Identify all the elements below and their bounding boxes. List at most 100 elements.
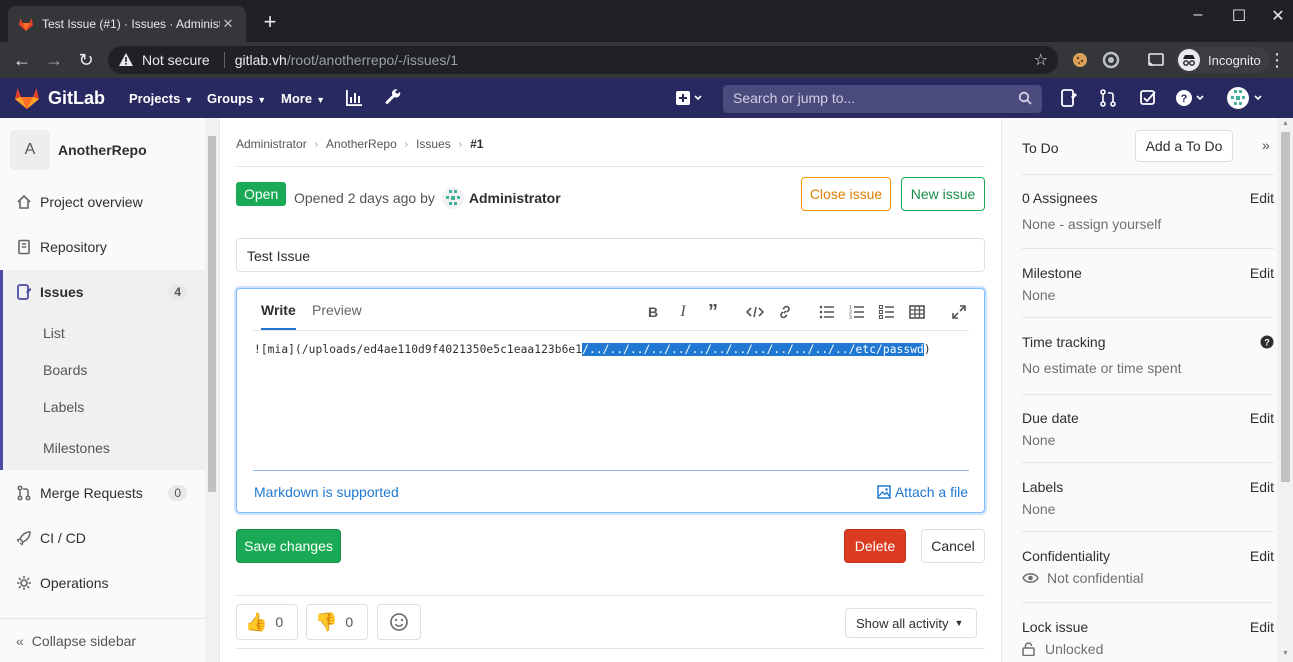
merge-requests-shortcut-icon[interactable] bbox=[1099, 89, 1117, 107]
labels-edit-link[interactable]: Edit bbox=[1250, 479, 1274, 495]
minimize-window-icon[interactable]: – bbox=[1188, 6, 1208, 24]
sidebar-item-operations[interactable]: Operations bbox=[0, 561, 205, 605]
breadcrumb-current[interactable]: #1 bbox=[470, 137, 483, 151]
issues-shortcut-icon[interactable] bbox=[1060, 89, 1078, 107]
confidentiality-edit-link[interactable]: Edit bbox=[1250, 548, 1274, 564]
breadcrumb-item[interactable]: AnotherRepo bbox=[326, 137, 397, 151]
browser-tab[interactable]: Test Issue (#1) · Issues · Administr ✕ bbox=[8, 6, 246, 42]
thumbs-up-button[interactable]: 👍 0 bbox=[236, 604, 298, 640]
bookmark-star-icon[interactable]: ☆ bbox=[1034, 50, 1048, 70]
table-icon[interactable] bbox=[907, 303, 927, 321]
sidebar-item-repository[interactable]: Repository bbox=[0, 225, 205, 269]
help-icon[interactable]: ? bbox=[1175, 89, 1207, 107]
incognito-label: Incognito bbox=[1208, 52, 1261, 68]
question-circle-icon[interactable]: ? bbox=[1260, 335, 1274, 349]
merge-request-icon bbox=[16, 485, 32, 501]
assign-yourself-link[interactable]: assign yourself bbox=[1068, 216, 1161, 232]
scroll-up-icon[interactable]: ▲ bbox=[1281, 120, 1290, 127]
incognito-profile-button[interactable]: Incognito bbox=[1176, 47, 1269, 73]
quote-icon[interactable]: ” bbox=[703, 301, 723, 323]
cast-icon[interactable] bbox=[1146, 50, 1166, 70]
activity-chart-icon[interactable] bbox=[345, 89, 363, 107]
code-icon[interactable] bbox=[745, 303, 765, 321]
sidebar-scrollbar-thumb[interactable] bbox=[208, 136, 216, 492]
delete-button[interactable]: Delete bbox=[844, 529, 906, 563]
tab-preview[interactable]: Preview bbox=[312, 302, 362, 318]
issue-title-input[interactable]: Test Issue bbox=[236, 238, 985, 272]
sidebar-subitem-milestones[interactable]: Milestones bbox=[0, 425, 205, 470]
back-arrow-icon[interactable]: ← bbox=[10, 48, 34, 72]
close-issue-button[interactable]: Close issue bbox=[801, 177, 891, 211]
sidebar-subitem-list[interactable]: List bbox=[0, 314, 205, 351]
description-textarea[interactable]: ![mia](/uploads/ed4ae110d9f4021350e5c1ea… bbox=[254, 343, 931, 356]
author-avatar-icon[interactable] bbox=[441, 186, 465, 210]
save-changes-button[interactable]: Save changes bbox=[236, 529, 341, 563]
projects-menu-label: Projects bbox=[129, 91, 181, 106]
thumbs-up-icon: 👍 bbox=[245, 611, 268, 632]
new-issue-button[interactable]: New issue bbox=[901, 177, 985, 211]
cancel-button[interactable]: Cancel bbox=[921, 529, 985, 563]
add-todo-button[interactable]: Add a To Do bbox=[1135, 130, 1233, 162]
issue-sidebar-scrollbar[interactable]: ▲ ▼ bbox=[1277, 118, 1293, 662]
markdown-help-link[interactable]: Markdown is supported bbox=[254, 484, 399, 500]
user-avatar-icon[interactable] bbox=[1226, 86, 1268, 110]
groups-menu[interactable]: Groups ▼ bbox=[207, 91, 266, 106]
search-input[interactable]: Search or jump to... bbox=[723, 85, 1042, 113]
sidebar-item-ci-cd[interactable]: CI / CD bbox=[0, 516, 205, 560]
lock-issue-edit-link[interactable]: Edit bbox=[1250, 619, 1274, 635]
forward-arrow-icon[interactable]: → bbox=[42, 48, 66, 72]
browser-menu-icon[interactable]: ⋮ bbox=[1268, 50, 1286, 70]
admin-wrench-icon[interactable] bbox=[384, 89, 402, 107]
issue-sidebar-scrollbar-thumb[interactable] bbox=[1281, 132, 1290, 482]
assignees-edit-link[interactable]: Edit bbox=[1250, 190, 1274, 206]
project-header[interactable]: A AnotherRepo bbox=[10, 130, 147, 170]
bullet-list-icon[interactable] bbox=[817, 303, 837, 321]
numbered-list-icon[interactable]: 123 bbox=[847, 303, 867, 321]
breadcrumb-item[interactable]: Issues bbox=[416, 137, 451, 151]
breadcrumb-item[interactable]: Administrator bbox=[236, 137, 307, 151]
cookie-extension-icon[interactable] bbox=[1070, 50, 1090, 70]
security-label: Not secure bbox=[142, 52, 210, 68]
thumbs-down-count: 0 bbox=[345, 614, 354, 630]
collapse-sidebar-button[interactable]: « Collapse sidebar bbox=[0, 618, 205, 662]
thumbs-down-button[interactable]: 👎 0 bbox=[306, 604, 368, 640]
bold-icon[interactable]: B bbox=[643, 303, 663, 321]
new-item-plus-icon[interactable] bbox=[675, 89, 703, 107]
add-reaction-button[interactable] bbox=[377, 604, 421, 640]
author-link[interactable]: Administrator bbox=[469, 190, 561, 206]
maximize-window-icon[interactable]: ☐ bbox=[1229, 6, 1249, 26]
reload-icon[interactable]: ↻ bbox=[74, 48, 98, 72]
todos-shortcut-icon[interactable] bbox=[1139, 89, 1157, 107]
projects-menu[interactable]: Projects ▼ bbox=[129, 91, 193, 106]
more-menu[interactable]: More ▼ bbox=[281, 91, 325, 106]
chevron-right-icon: › bbox=[458, 138, 463, 150]
close-window-icon[interactable]: ✕ bbox=[1268, 6, 1288, 26]
task-list-icon[interactable] bbox=[877, 303, 897, 321]
attach-file-link[interactable]: Attach a file bbox=[877, 484, 968, 500]
scroll-down-icon[interactable]: ▼ bbox=[1281, 650, 1290, 657]
due-date-edit-link[interactable]: Edit bbox=[1250, 410, 1274, 426]
new-tab-icon[interactable]: + bbox=[258, 10, 282, 34]
thumbs-up-count: 0 bbox=[275, 614, 284, 630]
sidebar-subitem-boards[interactable]: Boards bbox=[0, 351, 205, 388]
address-bar[interactable]: Not secure gitlab.vh/root/anotherrepo/-/… bbox=[108, 46, 1058, 74]
sidebar-subitem-label: Boards bbox=[43, 361, 88, 378]
gitlab-home-link[interactable]: GitLab bbox=[14, 86, 105, 110]
sidebar-item-project-overview[interactable]: Project overview bbox=[0, 180, 205, 224]
toggle-sidebar-chevron-icon[interactable]: » bbox=[1262, 137, 1270, 153]
sidebar-item-issues[interactable]: Issues 4 bbox=[0, 270, 205, 314]
tab-write[interactable]: Write bbox=[261, 302, 296, 330]
lock-issue-text: Unlocked bbox=[1045, 641, 1104, 657]
milestone-edit-link[interactable]: Edit bbox=[1250, 265, 1274, 281]
record-extension-icon[interactable] bbox=[1101, 50, 1121, 70]
activity-filter-dropdown[interactable]: Show all activity ▼ bbox=[845, 608, 977, 638]
sidebar-scrollbar[interactable] bbox=[205, 118, 219, 662]
due-date-label: Due date bbox=[1022, 410, 1079, 426]
link-icon[interactable] bbox=[775, 303, 795, 321]
fullscreen-icon[interactable] bbox=[949, 303, 969, 321]
search-placeholder: Search or jump to... bbox=[733, 90, 856, 106]
italic-icon[interactable]: I bbox=[673, 303, 693, 321]
sidebar-item-merge-requests[interactable]: Merge Requests 0 bbox=[0, 471, 205, 515]
sidebar-subitem-labels[interactable]: Labels bbox=[0, 388, 205, 425]
close-tab-icon[interactable]: ✕ bbox=[220, 16, 236, 32]
